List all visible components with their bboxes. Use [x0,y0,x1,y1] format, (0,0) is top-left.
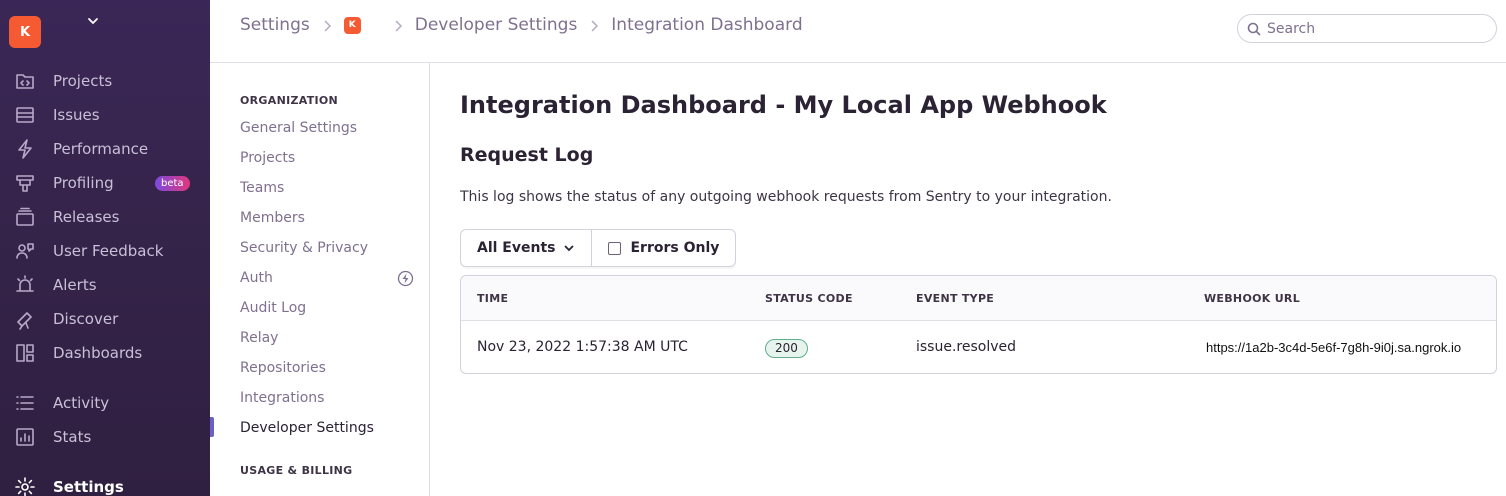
errors-only-label: Errors Only [630,240,720,256]
page-title: Integration Dashboard - My Local App Web… [460,91,1107,119]
status-badge: 200 [765,339,808,358]
settings-subnav: ORGANIZATION General Settings Projects T… [210,63,430,496]
sidebar-item-label: Activity [53,394,110,412]
nav-divider [0,370,210,386]
search-box[interactable] [1237,14,1497,43]
releases-icon [14,206,36,228]
table-row: Nov 23, 2022 1:57:38 AM UTC 200 issue.re… [461,321,1496,373]
subnav-item-members[interactable]: Members [240,210,305,226]
breadcrumb-integration-dashboard: Integration Dashboard [611,15,803,35]
sidebar-item-label: Stats [53,428,92,446]
sidebar-item-label: Profiling [53,174,114,192]
search-icon [1247,22,1261,36]
sidebar-item-settings[interactable]: Settings [0,470,210,496]
subnav-item-general-settings[interactable]: General Settings [240,120,357,136]
issues-icon [14,104,36,126]
stats-icon [14,426,36,448]
sidebar-item-label: Dashboards [53,344,143,362]
sidebar-item-projects[interactable]: Projects [0,64,210,98]
org-avatar[interactable]: K [9,16,41,48]
performance-icon [14,138,36,160]
column-header-status-code: STATUS CODE [765,292,853,305]
sidebar-item-user-feedback[interactable]: User Feedback [0,234,210,268]
alerts-icon [14,274,36,296]
sidebar-item-performance[interactable]: Performance [0,132,210,166]
column-header-event-type: EVENT TYPE [916,292,995,305]
subnav-item-developer-settings[interactable]: Developer Settings [240,420,374,436]
breadcrumb-settings[interactable]: Settings [240,15,310,35]
events-dropdown-label: All Events [477,240,556,256]
sidebar-item-discover[interactable]: Discover [0,302,210,336]
activity-icon [14,392,36,414]
subnav-item-projects[interactable]: Projects [240,150,295,166]
active-indicator [210,417,214,437]
sidebar-item-profiling[interactable]: Profiling beta [0,166,210,200]
sidebar-item-label: Discover [53,310,119,328]
subnav-heading-usage-billing: USAGE & BILLING [240,464,353,477]
table-header: TIME STATUS CODE EVENT TYPE WEBHOOK URL [461,276,1496,321]
sidebar-item-label: User Feedback [53,242,164,260]
user-feedback-icon [14,240,36,262]
sidebar-item-label: Projects [53,72,113,90]
errors-only-checkbox[interactable] [608,241,622,255]
profiling-icon [14,172,36,194]
dashboards-icon [14,342,36,364]
section-description: This log shows the status of any outgoin… [460,189,1112,205]
search-input[interactable] [1267,20,1487,37]
sidebar-item-label: Issues [53,106,100,124]
subnav-item-audit-log[interactable]: Audit Log [240,300,306,316]
events-dropdown[interactable]: All Events [461,230,593,266]
filter-bar: All Events Errors Only [460,229,737,267]
sidebar-item-dashboards[interactable]: Dashboards [0,336,210,370]
top-header: Settings K Developer Settings Integratio… [210,0,1506,63]
column-header-webhook-url: WEBHOOK URL [1204,292,1301,305]
projects-icon [14,70,36,92]
breadcrumb: Settings K Developer Settings Integratio… [240,15,803,35]
sidebar-item-issues[interactable]: Issues [0,98,210,132]
subnav-item-auth[interactable]: Auth [240,270,273,286]
column-header-time: TIME [477,292,509,305]
chevron-down-icon [564,245,575,252]
chevron-right-icon [589,18,599,32]
breadcrumb-developer-settings[interactable]: Developer Settings [415,15,578,35]
section-title: Request Log [460,144,594,166]
errors-only-toggle[interactable]: Errors Only [592,230,735,266]
sidebar-item-label: Performance [53,140,149,158]
subnav-item-security-privacy[interactable]: Security & Privacy [240,240,368,256]
cell-time: Nov 23, 2022 1:57:38 AM UTC [477,339,688,355]
main-content: Integration Dashboard - My Local App Web… [430,63,1506,496]
sidebar-item-label: Releases [53,208,120,226]
subnav-item-relay[interactable]: Relay [240,330,278,346]
subnav-item-integrations[interactable]: Integrations [240,390,324,406]
breadcrumb-org-avatar[interactable]: K [343,16,361,34]
sidebar-item-label: Alerts [53,276,97,294]
chevron-down-icon[interactable] [86,14,100,28]
cell-event-type: issue.resolved [916,339,1017,355]
cell-webhook-url: https://1a2b-3c4d-5e6f-7g8h-9i0j.sa.ngro… [1206,340,1462,355]
subnav-heading-organization: ORGANIZATION [240,94,339,107]
discover-icon [14,308,36,330]
subnav-item-repositories[interactable]: Repositories [240,360,326,376]
upgrade-lightning-icon [397,270,414,287]
chevron-right-icon [322,18,332,32]
chevron-right-icon [393,18,403,32]
request-log-table: TIME STATUS CODE EVENT TYPE WEBHOOK URL … [460,275,1497,374]
sidebar-item-activity[interactable]: Activity [0,386,210,420]
beta-badge: beta [155,176,190,191]
sidebar-nav: Projects Issues Performance Profiling be… [0,64,210,496]
sidebar-item-alerts[interactable]: Alerts [0,268,210,302]
sidebar: K Projects Issues Performance Profiling … [0,0,210,496]
subnav-item-teams[interactable]: Teams [240,180,284,196]
sidebar-item-label: Settings [53,478,124,496]
sidebar-item-stats[interactable]: Stats [0,420,210,454]
sidebar-item-releases[interactable]: Releases [0,200,210,234]
settings-icon [14,476,36,496]
